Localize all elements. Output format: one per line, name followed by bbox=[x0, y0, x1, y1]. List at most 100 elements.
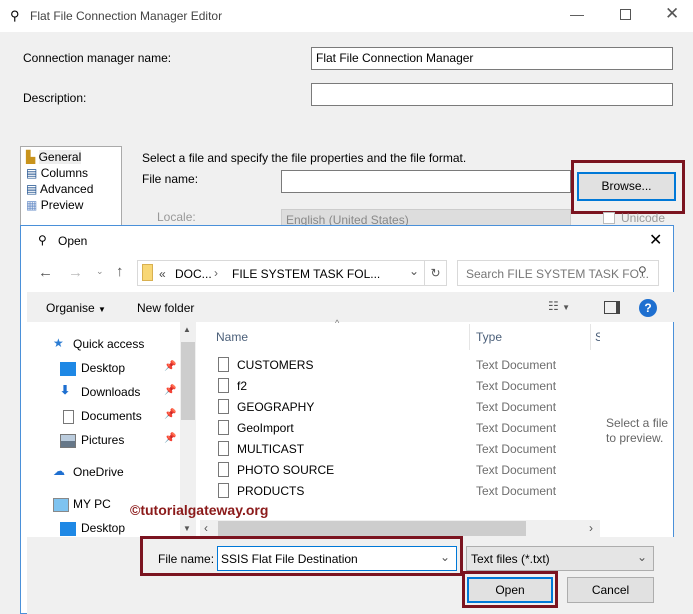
search-icon: ⚲ bbox=[638, 264, 647, 278]
refresh-button[interactable]: ↻ bbox=[424, 260, 446, 286]
file-name: PHOTO SOURCE bbox=[237, 463, 335, 477]
file-name: f2 bbox=[237, 379, 248, 393]
text-file-icon bbox=[218, 357, 229, 372]
breadcrumb-separator: › bbox=[214, 266, 218, 280]
pin-icon: 📌 bbox=[164, 385, 177, 396]
column-header-type[interactable]: Type bbox=[476, 330, 502, 344]
unicode-label: Unicode bbox=[621, 211, 666, 225]
back-button[interactable]: ← bbox=[38, 264, 53, 281]
preview-message: Select a file to preview. bbox=[606, 416, 669, 445]
advanced-icon: ▤ bbox=[26, 182, 38, 196]
file-row[interactable]: f2 Text Document bbox=[216, 376, 596, 396]
file-type: Text Document bbox=[476, 400, 557, 414]
column-header-size[interactable]: S bbox=[595, 330, 600, 344]
description-input[interactable] bbox=[311, 83, 673, 106]
hscroll-left[interactable]: ‹ bbox=[204, 521, 208, 535]
file-row[interactable]: PRODUCTS Text Document bbox=[216, 481, 596, 501]
minimize-button[interactable]: — bbox=[570, 6, 584, 22]
text-file-icon bbox=[218, 378, 229, 393]
file-name-input[interactable] bbox=[281, 170, 571, 193]
file-row[interactable]: GeoImport Text Document bbox=[216, 418, 596, 438]
file-name: GeoImport bbox=[237, 421, 294, 435]
hscroll-right[interactable]: › bbox=[589, 521, 593, 535]
sidebar-item-advanced[interactable]: ▤ Advanced bbox=[26, 182, 93, 196]
chevron-down-icon: ⌄ bbox=[636, 550, 647, 564]
nav-scroll-up[interactable]: ▲ bbox=[183, 325, 191, 334]
download-icon: ⬇ bbox=[60, 383, 71, 397]
organise-menu[interactable]: Organise ▼ bbox=[46, 301, 106, 315]
sidebar-item-columns[interactable]: ▤ Columns bbox=[26, 166, 88, 180]
file-type-select[interactable]: Text files (*.txt) ⌄ bbox=[466, 546, 654, 571]
breadcrumb-overflow[interactable]: « bbox=[159, 267, 166, 281]
cancel-button[interactable]: Cancel bbox=[567, 577, 654, 603]
file-name: GEOGRAPHY bbox=[237, 400, 315, 414]
pin-icon: 📌 bbox=[164, 409, 177, 420]
text-file-icon bbox=[218, 441, 229, 456]
toolbar bbox=[27, 292, 674, 322]
nav-scroll-down[interactable]: ▼ bbox=[183, 524, 191, 533]
app-icon: ⚲ bbox=[10, 8, 20, 23]
search-input[interactable]: Search FILE SYSTEM TASK FO... bbox=[457, 260, 659, 286]
file-name: MULTICAST bbox=[237, 442, 305, 456]
unicode-checkbox[interactable] bbox=[603, 212, 615, 224]
instruction-text: Select a file and specify the file prope… bbox=[142, 151, 467, 165]
file-name: PRODUCTS bbox=[237, 484, 305, 498]
file-type: Text Document bbox=[476, 421, 557, 435]
up-button[interactable]: ↑ bbox=[116, 263, 124, 280]
maximize-button[interactable] bbox=[620, 9, 631, 20]
column-header-name[interactable]: Name bbox=[216, 330, 248, 344]
view-options-icon[interactable]: ☷ ▼ bbox=[548, 299, 570, 313]
forward-button[interactable]: → bbox=[68, 264, 83, 281]
new-folder-button[interactable]: New folder bbox=[137, 301, 194, 315]
file-row[interactable]: PHOTO SOURCE Text Document bbox=[216, 460, 596, 480]
text-file-icon bbox=[218, 399, 229, 414]
sort-arrow-icon: ^ bbox=[335, 318, 340, 328]
cloud-icon: ☁ bbox=[53, 464, 65, 478]
pictures-icon bbox=[60, 434, 76, 448]
text-file-icon bbox=[218, 462, 229, 477]
file-type: Text Document bbox=[476, 484, 557, 498]
file-name-label: File name: bbox=[142, 172, 199, 186]
window-title: Flat File Connection Manager Editor bbox=[30, 9, 223, 23]
file-type: Text Document bbox=[476, 463, 557, 477]
file-type: Text Document bbox=[476, 379, 557, 393]
sidebar-item-general[interactable]: ▙ General bbox=[26, 150, 82, 164]
pin-icon: 📌 bbox=[164, 433, 177, 444]
folder-icon bbox=[142, 264, 153, 281]
documents-icon bbox=[63, 410, 74, 424]
file-type: Text Document bbox=[476, 442, 557, 456]
pc-icon bbox=[53, 498, 69, 512]
pin-icon: 📌 bbox=[164, 361, 177, 372]
file-row[interactable]: GEOGRAPHY Text Document bbox=[216, 397, 596, 417]
nav-scroll-thumb[interactable] bbox=[181, 342, 195, 420]
breadcrumb-folder[interactable]: FILE SYSTEM TASK FOL... bbox=[232, 267, 380, 281]
file-name: CUSTOMERS bbox=[237, 358, 314, 372]
preview-icon: ▦ bbox=[26, 198, 38, 212]
file-row[interactable]: CUSTOMERS Text Document bbox=[216, 355, 596, 375]
file-row[interactable]: MULTICAST Text Document bbox=[216, 439, 596, 459]
open-button[interactable]: Open bbox=[467, 577, 553, 603]
preview-pane-icon[interactable] bbox=[604, 301, 620, 314]
column-divider bbox=[590, 324, 591, 350]
file-type: Text Document bbox=[476, 358, 557, 372]
columns-icon: ▤ bbox=[26, 166, 38, 180]
conn-name-input[interactable]: Flat File Connection Manager bbox=[311, 47, 673, 70]
star-icon: ★ bbox=[53, 336, 64, 350]
address-dropdown[interactable]: ⌄ bbox=[409, 264, 419, 278]
recent-dropdown[interactable]: ⌄ bbox=[96, 266, 104, 277]
close-button[interactable]: ✕ bbox=[665, 4, 679, 24]
breadcrumb-doc[interactable]: DOC... bbox=[175, 267, 212, 281]
chevron-down-icon: ▼ bbox=[98, 305, 106, 314]
text-file-icon bbox=[218, 483, 229, 498]
help-icon[interactable]: ? bbox=[639, 299, 657, 317]
browse-button[interactable]: Browse... bbox=[577, 172, 676, 201]
conn-name-label: Connection manager name: bbox=[23, 51, 172, 65]
dialog-title: Open bbox=[58, 234, 88, 248]
sidebar-item-preview[interactable]: ▦ Preview bbox=[26, 198, 83, 212]
hscroll-thumb[interactable] bbox=[218, 521, 526, 536]
watermark: ©tutorialgateway.org bbox=[130, 502, 269, 518]
file-name-highlight bbox=[140, 536, 463, 576]
dialog-close-button[interactable]: ✕ bbox=[649, 230, 662, 250]
desktop-icon bbox=[60, 522, 76, 536]
description-label: Description: bbox=[23, 91, 87, 105]
